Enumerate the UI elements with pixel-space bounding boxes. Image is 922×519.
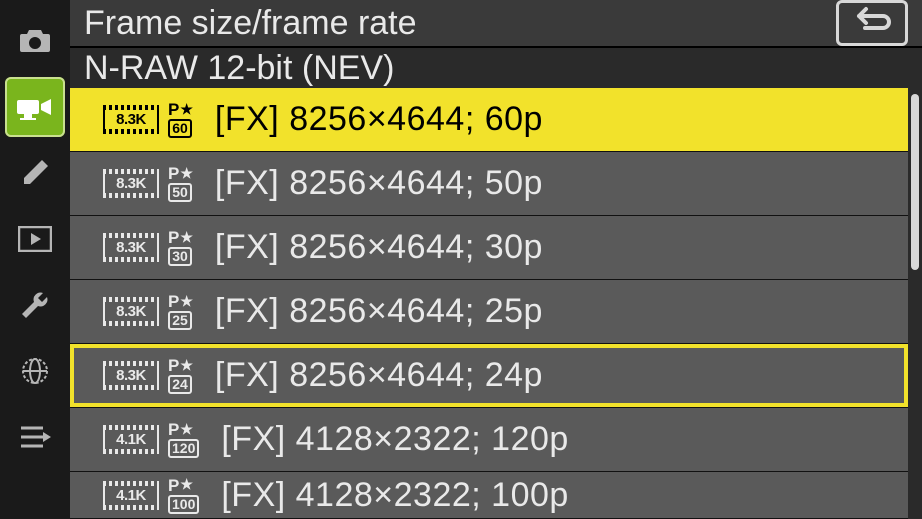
format-subtitle: N-RAW 12-bit (NEV) <box>84 49 394 88</box>
option-row[interactable]: 4.1K P★ 100 [FX] 4128×2322; 100p <box>70 472 908 519</box>
sidebar-item-custom[interactable] <box>5 143 65 203</box>
sidebar-item-mymenu[interactable] <box>5 407 65 467</box>
option-label: [FX] 8256×4644; 30p <box>215 228 543 267</box>
film-resolution-icon: 8.3K <box>100 356 162 396</box>
option-label: [FX] 4128×2322; 100p <box>221 476 568 515</box>
scrollbar-thumb[interactable] <box>911 94 919 270</box>
scrollbar[interactable] <box>908 88 922 519</box>
page-title: Frame size/frame rate <box>84 4 836 43</box>
p-star-fps-icon: P★ 25 <box>168 293 193 330</box>
main-panel: Frame size/frame rate N-RAW 12-bit (NEV)… <box>70 0 922 519</box>
film-resolution-icon: 8.3K <box>100 292 162 332</box>
p-star-fps-icon: P★ 60 <box>168 101 193 138</box>
video-camera-icon <box>16 93 54 121</box>
p-star-fps-icon: P★ 100 <box>168 477 199 514</box>
film-resolution-icon: 8.3K <box>100 100 162 140</box>
header-bar: Frame size/frame rate <box>70 0 922 48</box>
film-resolution-icon: 8.3K <box>100 164 162 204</box>
option-label: [FX] 8256×4644; 24p <box>215 356 543 395</box>
film-resolution-icon: 8.3K <box>100 228 162 268</box>
option-row[interactable]: 4.1K P★ 120 [FX] 4128×2322; 120p <box>70 408 908 472</box>
option-row[interactable]: 8.3K P★ 50 [FX] 8256×4644; 50p <box>70 152 908 216</box>
film-resolution-icon: 4.1K <box>100 475 162 515</box>
option-row[interactable]: 8.3K P★ 60 [FX] 8256×4644; 60p <box>70 88 908 152</box>
camera-menu-screen: Frame size/frame rate N-RAW 12-bit (NEV)… <box>0 0 922 519</box>
globe-icon <box>19 355 51 387</box>
sidebar-item-video[interactable] <box>5 77 65 137</box>
options-list-wrap: 8.3K P★ 60 [FX] 8256×4644; 60p 8.3K P★ 5… <box>70 88 922 519</box>
subtitle-bar: N-RAW 12-bit (NEV) <box>70 48 922 88</box>
option-row[interactable]: 8.3K P★ 30 [FX] 8256×4644; 30p <box>70 216 908 280</box>
pencil-icon <box>20 158 50 188</box>
back-arrow-icon <box>851 6 893 41</box>
option-row[interactable]: 8.3K P★ 25 [FX] 8256×4644; 25p <box>70 280 908 344</box>
p-star-fps-icon: P★ 120 <box>168 421 199 458</box>
option-label: [FX] 4128×2322; 120p <box>221 420 568 459</box>
p-star-fps-icon: P★ 24 <box>168 357 193 394</box>
wrench-icon <box>20 290 50 320</box>
option-row[interactable]: 8.3K P★ 24 [FX] 8256×4644; 24p <box>70 344 908 408</box>
mymenu-icon <box>19 424 51 450</box>
p-star-fps-icon: P★ 30 <box>168 229 193 266</box>
options-list: 8.3K P★ 60 [FX] 8256×4644; 60p 8.3K P★ 5… <box>70 88 908 519</box>
back-button[interactable] <box>836 0 908 46</box>
sidebar-item-photo[interactable] <box>5 11 65 71</box>
p-star-fps-icon: P★ 50 <box>168 165 193 202</box>
option-label: [FX] 8256×4644; 50p <box>215 164 543 203</box>
sidebar-item-network[interactable] <box>5 341 65 401</box>
sidebar-item-setup[interactable] <box>5 275 65 335</box>
camera-icon <box>18 28 52 54</box>
sidebar-item-playback[interactable] <box>5 209 65 269</box>
film-resolution-icon: 4.1K <box>100 420 162 460</box>
sidebar <box>0 0 70 519</box>
option-label: [FX] 8256×4644; 60p <box>215 100 543 139</box>
playback-icon <box>18 226 52 252</box>
option-label: [FX] 8256×4644; 25p <box>215 292 543 331</box>
